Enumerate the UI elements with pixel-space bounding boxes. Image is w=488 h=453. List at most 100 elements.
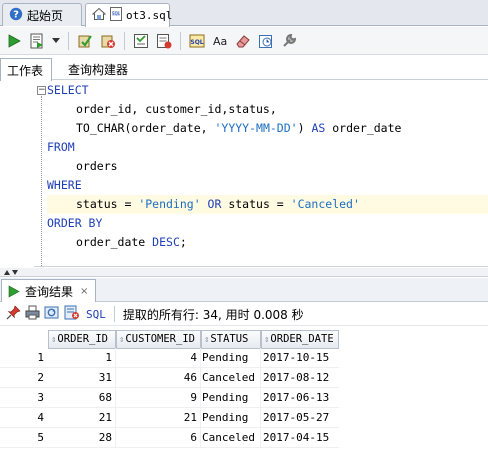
- column-header-order-date[interactable]: ⇕ORDER_DATE: [261, 330, 339, 349]
- code-line: WHERE: [47, 176, 488, 195]
- cell-customer-id[interactable]: 21: [116, 408, 201, 428]
- close-icon[interactable]: ×: [80, 286, 88, 297]
- rollback-icon: [101, 35, 115, 48]
- autotrace-button[interactable]: [154, 31, 174, 51]
- run-script-button[interactable]: [27, 31, 47, 51]
- code-line-current: status = 'Pending' OR status = 'Canceled…: [47, 195, 488, 214]
- cell-order-date[interactable]: 2017-08-12: [261, 368, 339, 388]
- cell-order-id[interactable]: 68: [48, 388, 116, 408]
- tab-query-builder[interactable]: 查询构建器: [62, 58, 134, 80]
- tab-start-page[interactable]: ? 起始页: [2, 3, 82, 26]
- cell-customer-id[interactable]: 6: [116, 428, 201, 448]
- svg-text:SQL: SQL: [190, 39, 203, 46]
- sql-text: ): [297, 121, 305, 135]
- panel-splitter[interactable]: [0, 268, 488, 277]
- cell-order-date[interactable]: 2017-04-15: [261, 428, 339, 448]
- cell-order-id[interactable]: 21: [48, 408, 116, 428]
- toolbar-separator: [68, 31, 69, 50]
- sql-keyword: OR: [200, 197, 222, 211]
- toolbar-separator: [113, 306, 115, 322]
- column-header-label: CUSTOMER_ID: [125, 333, 195, 345]
- worksheet-subtabs: 工作表 查询构建器: [0, 56, 488, 81]
- sql-text: ;: [179, 235, 187, 249]
- cell-order-date[interactable]: 2017-05-27: [261, 408, 339, 428]
- sql-text: TO_CHAR(order_date,: [76, 121, 215, 135]
- tab-worksheet[interactable]: 工作表: [0, 58, 52, 81]
- sort-icon: ⇕: [51, 335, 57, 345]
- print-icon[interactable]: [25, 305, 40, 323]
- column-header-status[interactable]: ⇕STATUS: [201, 330, 261, 349]
- cell-status[interactable]: Pending: [201, 408, 261, 428]
- toolbar-separator: [180, 31, 181, 50]
- sql-keyword: WHERE: [47, 178, 82, 192]
- cell-order-date[interactable]: 2017-06-13: [261, 388, 339, 408]
- format-button[interactable]: Aa: [210, 31, 230, 51]
- cell-order-id[interactable]: 28: [48, 428, 116, 448]
- autotrace-icon: [157, 33, 172, 48]
- sort-icon: ⇕: [119, 335, 125, 345]
- refresh-icon[interactable]: [44, 305, 60, 323]
- tab-sql-file-label: ot3.sql: [126, 9, 173, 22]
- cell-status[interactable]: Canceled: [201, 368, 261, 388]
- sql-keyword: ORDER BY: [47, 216, 103, 230]
- cell-status[interactable]: Pending: [201, 348, 261, 368]
- sql-button[interactable]: SQL: [86, 308, 106, 321]
- tab-worksheet-label: 工作表: [7, 63, 44, 78]
- table-row[interactable]: 3 68 9 Pending 2017-06-13: [0, 388, 488, 408]
- run-statement-button[interactable]: [4, 31, 24, 51]
- commit-icon: [78, 34, 92, 47]
- table-row[interactable]: 5 28 6 Canceled 2017-04-15: [0, 428, 488, 448]
- table-row[interactable]: 4 21 21 Pending 2017-05-27: [0, 408, 488, 428]
- rollback-button[interactable]: [98, 31, 118, 51]
- sql-tuning-button[interactable]: SQL: [187, 31, 207, 51]
- cell-order-date[interactable]: 2017-10-15: [261, 348, 339, 368]
- row-number: 1: [0, 348, 48, 368]
- column-header-order-id[interactable]: ⇕ORDER_ID: [48, 330, 116, 349]
- sql-text: status =: [76, 197, 139, 211]
- cell-status[interactable]: Pending: [201, 388, 261, 408]
- code-line: TO_CHAR(order_date, 'YYYY-MM-DD') AS ord…: [47, 119, 488, 138]
- code-line: order_id, customer_id,status,: [47, 100, 488, 119]
- tab-sql-file[interactable]: SQL ot3.sql: [85, 3, 173, 27]
- row-number: 5: [0, 428, 48, 448]
- run-icon: [8, 284, 20, 298]
- document-tab-strip: ? 起始页 SQL ot3.sql: [0, 0, 488, 27]
- pin-icon[interactable]: [6, 305, 21, 323]
- cell-customer-id[interactable]: 46: [116, 368, 201, 388]
- sql-text: orders: [76, 159, 118, 173]
- clear-button[interactable]: [233, 31, 253, 51]
- results-grid: ⇕ORDER_ID ⇕CUSTOMER_ID ⇕STATUS ⇕ORDER_DA…: [0, 327, 488, 453]
- cancel-query-icon[interactable]: [64, 305, 80, 323]
- worksheet-toolbar: SQL Aa: [0, 27, 488, 55]
- cell-customer-id[interactable]: 4: [116, 348, 201, 368]
- code-line: SELECT: [47, 81, 488, 100]
- tab-query-result[interactable]: 查询结果 ×: [1, 279, 96, 302]
- table-row[interactable]: 1 1 4 Pending 2017-10-15: [0, 348, 488, 368]
- commit-button[interactable]: [75, 31, 95, 51]
- sql-editor[interactable]: − SELECT order_id, customer_id,status, T…: [0, 81, 488, 267]
- tab-start-page-label: 起始页: [27, 8, 64, 23]
- row-number: 4: [0, 408, 48, 428]
- toolbar-separator: [124, 31, 125, 50]
- fetch-status-text: 提取的所有行: 34, 用时 0.008 秒: [122, 307, 304, 322]
- cell-status[interactable]: Canceled: [201, 428, 261, 448]
- history-button[interactable]: [256, 31, 276, 51]
- sql-text: order_id, customer_id,status,: [76, 102, 277, 116]
- cell-order-id[interactable]: 31: [48, 368, 116, 388]
- code-line: FROM: [47, 138, 488, 157]
- svg-text:Aa: Aa: [213, 35, 227, 48]
- eraser-icon: [236, 34, 250, 47]
- column-header-customer-id[interactable]: ⇕CUSTOMER_ID: [116, 330, 201, 349]
- tab-query-builder-label: 查询构建器: [68, 62, 129, 77]
- help-icon: ?: [9, 7, 23, 24]
- column-header-label: STATUS: [210, 333, 249, 345]
- cell-order-id[interactable]: 1: [48, 348, 116, 368]
- tools-button[interactable]: [279, 31, 299, 51]
- sort-icon: ⇕: [264, 335, 270, 345]
- explain-plan-button[interactable]: [131, 31, 151, 51]
- table-row[interactable]: 2 31 46 Canceled 2017-08-12: [0, 368, 488, 388]
- cell-customer-id[interactable]: 9: [116, 388, 201, 408]
- sql-keyword: FROM: [47, 140, 75, 154]
- dropdown-button[interactable]: [50, 31, 62, 51]
- fold-toggle[interactable]: −: [37, 86, 46, 95]
